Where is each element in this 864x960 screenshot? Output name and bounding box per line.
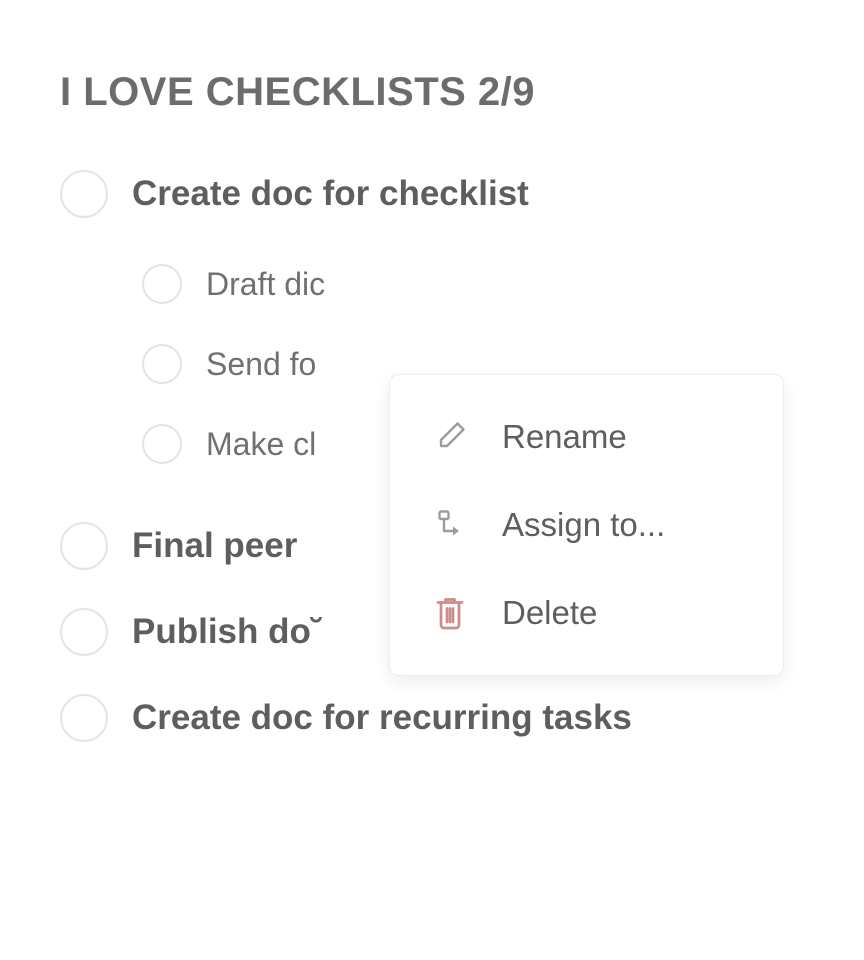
menu-label: Delete — [502, 594, 597, 632]
item-label: Make cl — [206, 426, 316, 463]
checkbox[interactable] — [60, 170, 108, 218]
checkbox[interactable] — [60, 522, 108, 570]
item-label: Create doc for recurring tasks — [132, 698, 632, 738]
menu-label: Rename — [502, 418, 627, 456]
checkbox[interactable] — [60, 694, 108, 742]
menu-item-assign[interactable]: Assign to... — [390, 481, 783, 569]
checkbox[interactable] — [142, 264, 182, 304]
checkbox[interactable] — [142, 344, 182, 384]
checklist-item[interactable]: Create doc for recurring tasks — [60, 694, 804, 742]
checklist-item[interactable]: Create doc for checklist — [60, 170, 804, 218]
item-label: Draft dic — [206, 266, 325, 303]
assign-icon — [430, 505, 470, 545]
item-label: Create doc for checklist — [132, 174, 529, 214]
item-label: Send fo — [206, 346, 316, 383]
menu-label: Assign to... — [502, 506, 665, 544]
menu-item-delete[interactable]: Delete — [390, 569, 783, 657]
checklist-subitem[interactable]: Draft dic — [60, 264, 804, 304]
item-label: Publish do˘ — [132, 612, 323, 652]
pencil-icon — [430, 417, 470, 457]
checklist-title: I LOVE CHECKLISTS 2/9 — [60, 70, 804, 115]
checkbox[interactable] — [142, 424, 182, 464]
trash-icon — [430, 593, 470, 633]
context-menu: Rename Assign to... Delete — [389, 374, 784, 676]
item-label: Final peer — [132, 526, 297, 566]
menu-item-rename[interactable]: Rename — [390, 393, 783, 481]
checkbox[interactable] — [60, 608, 108, 656]
